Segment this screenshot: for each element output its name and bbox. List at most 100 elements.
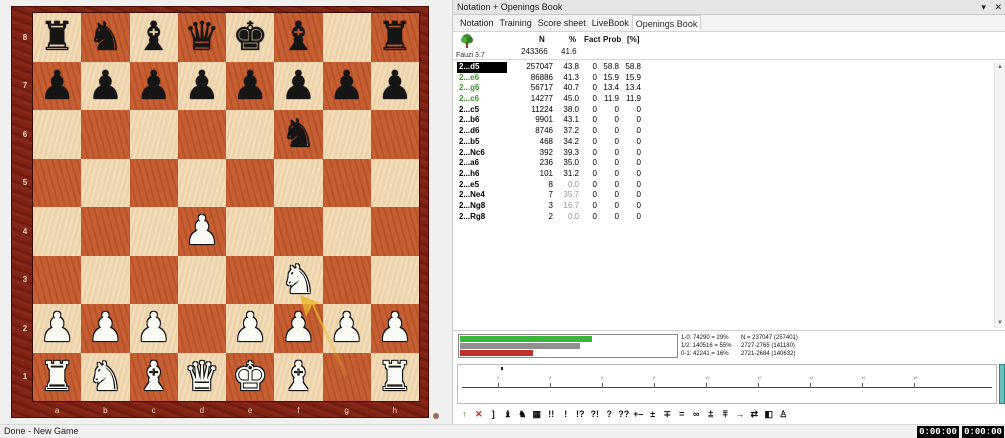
- square-d3[interactable]: [177, 255, 226, 304]
- annot-mistake[interactable]: ?: [602, 409, 617, 419]
- white-pawn-icon[interactable]: ♟: [329, 308, 365, 348]
- square-g3[interactable]: [322, 255, 371, 304]
- square-h6[interactable]: [370, 110, 419, 159]
- square-g8[interactable]: [322, 13, 371, 62]
- square-a1[interactable]: ♜ 1 a: [23, 352, 82, 415]
- square-h8[interactable]: ♜: [370, 13, 419, 62]
- square-d4[interactable]: ♟: [177, 207, 226, 256]
- col-header-pct2[interactable]: [%]: [627, 35, 639, 44]
- book-move-row[interactable]: 2...Rg8 2 0.0 0 0 0: [453, 212, 993, 223]
- square-g2[interactable]: ♟: [322, 304, 371, 353]
- square-a3[interactable]: 3: [23, 255, 82, 304]
- move-up-icon[interactable]: ↑: [457, 409, 472, 419]
- square-h7[interactable]: ♟: [370, 61, 419, 110]
- square-e4[interactable]: [226, 207, 275, 256]
- square-h4[interactable]: [370, 207, 419, 256]
- white-knight-icon[interactable]: ♞: [280, 260, 316, 300]
- annot-interesting[interactable]: !?: [573, 409, 588, 419]
- white-pawn-icon[interactable]: ♟: [280, 308, 316, 348]
- book-move-row[interactable]: 2...c5 11224 38.0 0 0 0: [453, 105, 993, 116]
- eval-white-better[interactable]: ±: [646, 409, 661, 419]
- black-pawn-icon[interactable]: ♟: [87, 66, 123, 106]
- white-pawn-icon[interactable]: ♟: [377, 308, 413, 348]
- black-pawn-icon[interactable]: ♟: [329, 66, 365, 106]
- square-f5[interactable]: [274, 158, 323, 207]
- square-c1[interactable]: ♝ c: [129, 352, 178, 415]
- eraser-icon[interactable]: ◧: [762, 409, 777, 420]
- square-f3[interactable]: ♞: [274, 255, 323, 304]
- chess-board[interactable]: ♜ 8 ♞ ♝ ♛ ♚ ♝ ♜ ♟ 7 ♟ ♟ ♟ ♟ ♟ ♟ ♟ 6 ♞ 5 4 ♟ 3 ♞ ♟ 2 ♟ ♟ ♟ ♟ ♟ ♟ ♜ 1 a ♞ b ♝ c ♛…: [23, 12, 420, 415]
- annot-counterplay[interactable]: ⇄: [747, 409, 762, 420]
- square-f1[interactable]: ♝ f: [274, 352, 323, 415]
- book-move-row[interactable]: 2...b5 468 34.2 0 0 0: [453, 137, 993, 148]
- black-pawn-icon[interactable]: ♟: [232, 66, 268, 106]
- scroll-down-icon[interactable]: ▼: [997, 320, 1003, 326]
- white-pawn-icon[interactable]: ♟: [87, 308, 123, 348]
- square-d2[interactable]: [177, 304, 226, 353]
- square-b7[interactable]: ♟: [81, 61, 130, 110]
- book-move-row[interactable]: 2...b6 9901 43.1 0 0 0: [453, 115, 993, 126]
- square-b4[interactable]: [81, 207, 130, 256]
- square-c2[interactable]: ♟: [129, 304, 178, 353]
- square-a8[interactable]: ♜ 8: [23, 13, 82, 62]
- square-a4[interactable]: 4: [23, 207, 82, 256]
- white-queen-icon[interactable]: ♛: [184, 357, 220, 397]
- white-knight-icon[interactable]: ♞: [87, 357, 123, 397]
- square-g5[interactable]: [322, 158, 371, 207]
- square-g6[interactable]: [322, 110, 371, 159]
- annot-attack[interactable]: →: [733, 409, 748, 419]
- black-pawn-icon[interactable]: ♟: [184, 66, 220, 106]
- black-pawn-icon[interactable]: ♟: [39, 66, 75, 106]
- tab-training[interactable]: Training: [497, 15, 535, 31]
- book-move-row[interactable]: 2...e5 8 0.0 0 0 0: [453, 180, 993, 191]
- square-d6[interactable]: [177, 110, 226, 159]
- white-rook-icon[interactable]: ♜: [39, 357, 75, 397]
- book-move-row[interactable]: 2...d5 257047 43.8 0 58.8 58.8: [453, 62, 993, 73]
- black-rook-icon[interactable]: ♜: [39, 17, 75, 57]
- square-f6[interactable]: ♞: [274, 110, 323, 159]
- black-bishop-icon[interactable]: ♝: [136, 17, 172, 57]
- book-scrollbar[interactable]: ▲ ▼: [994, 62, 1005, 328]
- square-e2[interactable]: ♟: [226, 304, 275, 353]
- book-move-row[interactable]: 2...g6 56717 40.7 0 13.4 13.4: [453, 83, 993, 94]
- tab-notation[interactable]: Notation: [457, 15, 497, 31]
- square-a2[interactable]: ♟ 2: [23, 304, 82, 353]
- black-pawn-icon[interactable]: ♟: [280, 66, 316, 106]
- piece-knight-icon[interactable]: ♞: [515, 409, 530, 420]
- col-header-prob[interactable]: Prob: [603, 35, 621, 44]
- black-knight-icon[interactable]: ♞: [280, 114, 316, 154]
- square-d7[interactable]: ♟: [177, 61, 226, 110]
- square-e5[interactable]: [226, 158, 275, 207]
- eval-unclear[interactable]: ∞: [689, 409, 704, 419]
- book-move-row[interactable]: 2...Ne4 7 35.7 0 0 0: [453, 190, 993, 201]
- game-timeline[interactable]: 2 4 6 8 10 12 14 16 18: [457, 364, 997, 404]
- square-a7[interactable]: ♟ 7: [23, 61, 82, 110]
- pin-icon[interactable]: ▾: [981, 2, 986, 12]
- eval-slightly-better[interactable]: ⩲: [704, 409, 719, 420]
- black-king-icon[interactable]: ♚: [232, 17, 268, 57]
- square-e7[interactable]: ♟: [226, 61, 275, 110]
- close-icon[interactable]: ✕: [994, 2, 1002, 12]
- square-a6[interactable]: 6: [23, 110, 82, 159]
- square-e6[interactable]: [226, 110, 275, 159]
- tab-livebook[interactable]: LiveBook: [589, 15, 632, 31]
- white-pawn-icon[interactable]: ♟: [232, 308, 268, 348]
- piece-bishop-icon[interactable]: ♝: [501, 409, 516, 420]
- tab-score-sheet[interactable]: Score sheet: [535, 15, 589, 31]
- square-g7[interactable]: ♟: [322, 61, 371, 110]
- book-move-row[interactable]: 2...c6 14277 45.0 0 11.9 11.9: [453, 94, 993, 105]
- eval-slightly-worse[interactable]: ⩱: [718, 409, 733, 420]
- square-a5[interactable]: 5: [23, 158, 82, 207]
- white-bishop-icon[interactable]: ♝: [136, 357, 172, 397]
- book-move-row[interactable]: 2...a6 236 35.0 0 0 0: [453, 158, 993, 169]
- delete-move-icon[interactable]: ✕: [472, 409, 487, 420]
- square-c5[interactable]: [129, 158, 178, 207]
- square-e8[interactable]: ♚: [226, 13, 275, 62]
- square-f2[interactable]: ♟: [274, 304, 323, 353]
- col-header-fact[interactable]: Fact: [584, 35, 600, 44]
- annot-blunder[interactable]: ??: [617, 409, 632, 419]
- black-knight-icon[interactable]: ♞: [87, 17, 123, 57]
- black-pawn-icon[interactable]: ♟: [377, 66, 413, 106]
- square-d1[interactable]: ♛ d: [177, 352, 226, 415]
- piece-pawn-icon[interactable]: ♙: [776, 409, 791, 420]
